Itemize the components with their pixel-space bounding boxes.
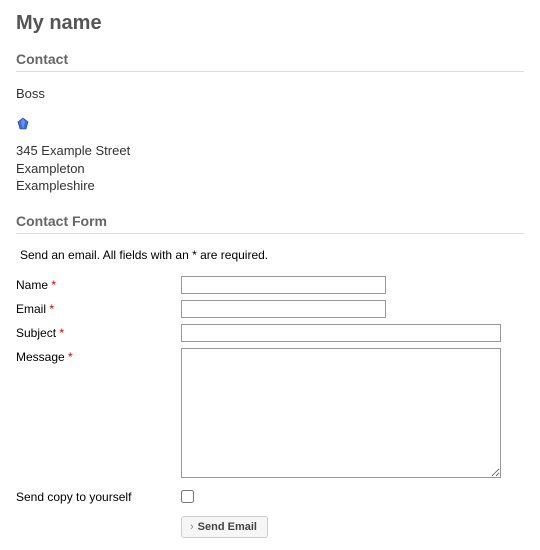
required-marker: * <box>51 278 56 292</box>
subject-label: Subject * <box>16 324 181 340</box>
gem-icon <box>16 117 30 131</box>
email-input[interactable] <box>181 300 386 318</box>
message-textarea[interactable] <box>181 348 501 478</box>
form-heading: Contact Form <box>16 213 524 229</box>
divider <box>16 233 524 234</box>
name-label: Name * <box>16 276 181 292</box>
required-marker: * <box>59 326 64 340</box>
send-email-button[interactable]: Send Email <box>181 516 268 538</box>
copy-label: Send copy to yourself <box>16 488 181 504</box>
address-region: Exampleshire <box>16 177 524 195</box>
subject-input[interactable] <box>181 324 501 342</box>
contact-position: Boss <box>16 86 524 101</box>
required-marker: * <box>49 302 54 316</box>
form-instructions: Send an email. All fields with an * are … <box>20 248 524 262</box>
contact-heading: Contact <box>16 51 524 67</box>
name-input[interactable] <box>181 276 386 294</box>
address-street: 345 Example Street <box>16 142 524 160</box>
page-title: My name <box>16 12 524 35</box>
contact-address: 345 Example Street Exampleton Exampleshi… <box>16 142 524 195</box>
required-marker: * <box>68 350 73 364</box>
address-city: Exampleton <box>16 160 524 178</box>
divider <box>16 71 524 72</box>
email-label: Email * <box>16 300 181 316</box>
send-copy-checkbox[interactable] <box>181 490 194 503</box>
message-label: Message * <box>16 348 181 364</box>
